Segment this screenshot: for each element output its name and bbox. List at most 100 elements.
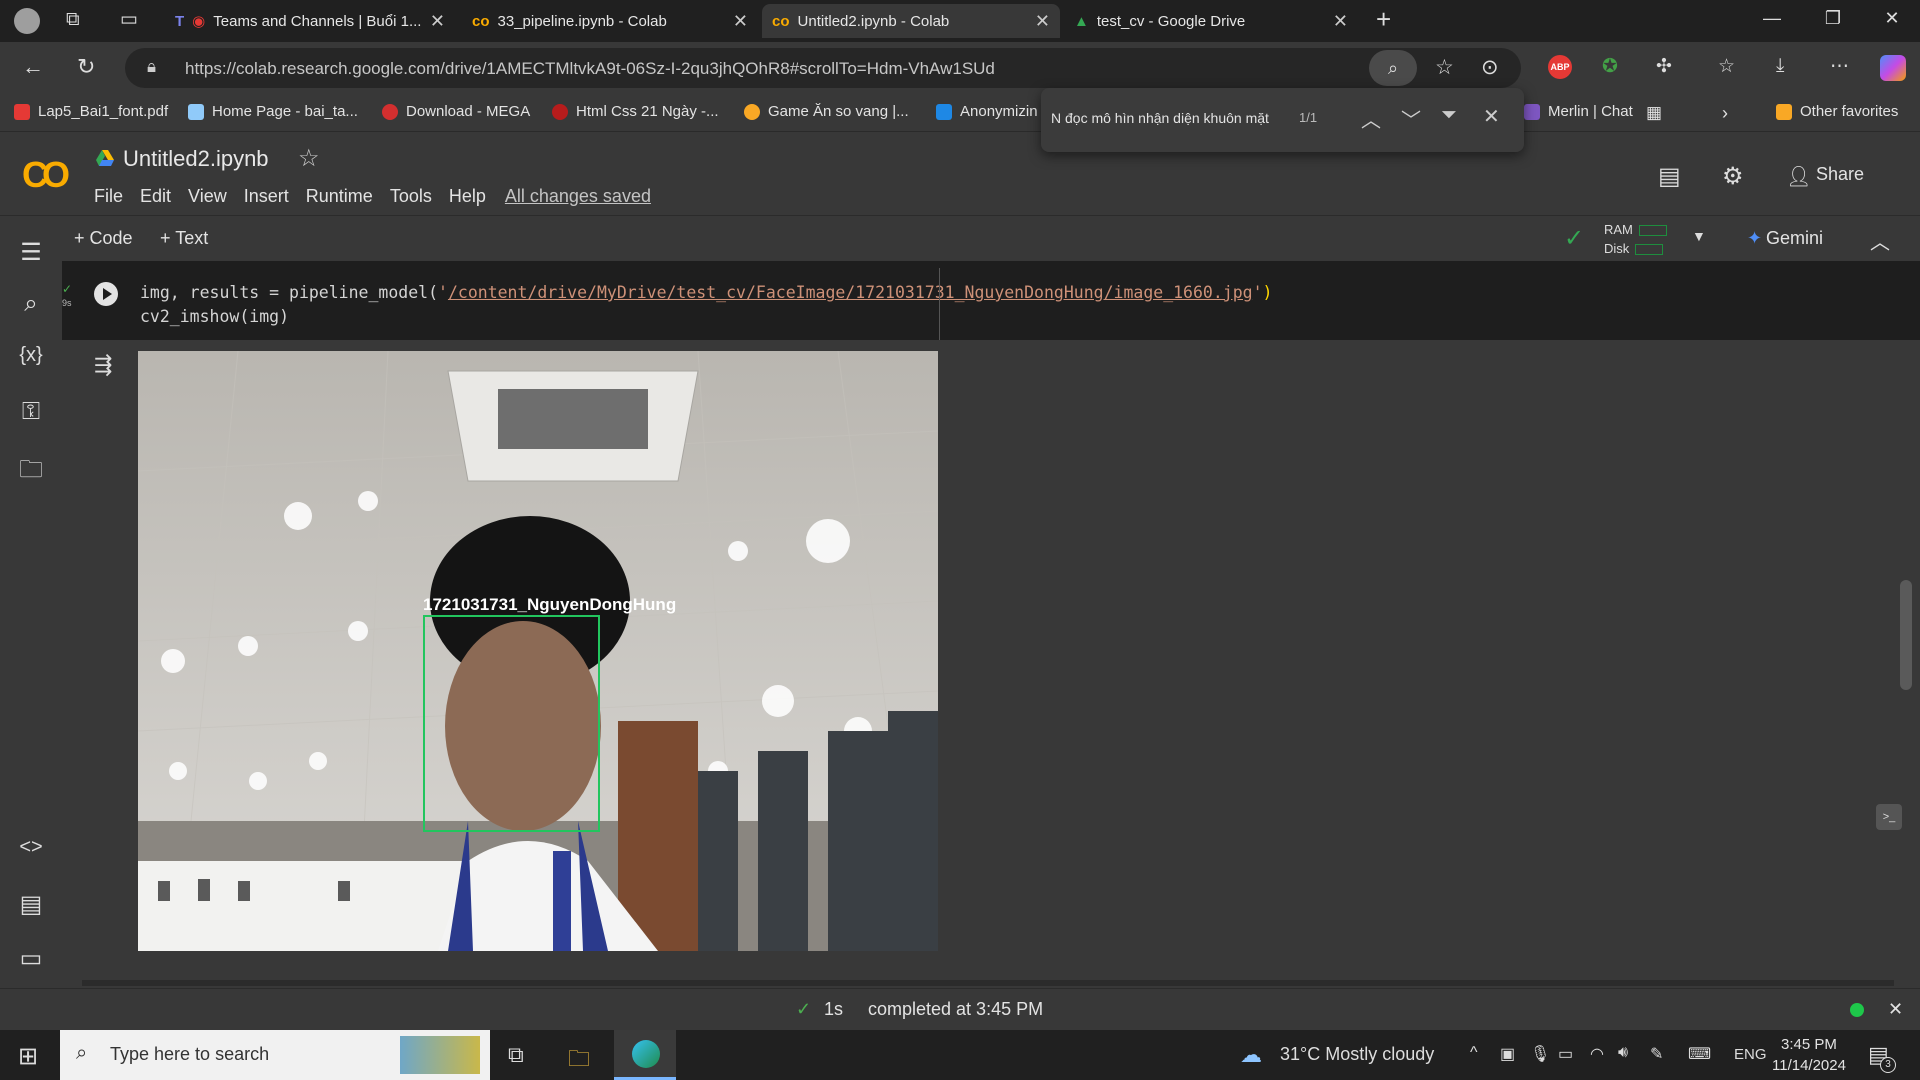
- secrets-key-icon[interactable]: ⚿: [17, 398, 45, 426]
- profile-icon[interactable]: [14, 8, 40, 34]
- battery-icon[interactable]: ▭: [1558, 1044, 1573, 1064]
- collapse-chevron-icon[interactable]: ︿: [1870, 226, 1890, 255]
- notebook-title[interactable]: Untitled2.ipynb: [123, 146, 269, 172]
- share-button[interactable]: Share: [1816, 164, 1864, 185]
- menu-file[interactable]: File: [94, 186, 123, 207]
- extensions-puzzle-icon[interactable]: ✣: [1656, 55, 1672, 78]
- bookmark-star-icon[interactable]: ☆: [1435, 55, 1454, 80]
- more-page-icon[interactable]: ⊙: [1481, 55, 1499, 80]
- weather-text[interactable]: 31°C Mostly cloudy: [1280, 1044, 1434, 1065]
- tab-pipeline[interactable]: co 33_pipeline.ipynb - Colab ✕: [462, 4, 758, 38]
- code-string-path[interactable]: /content/drive/MyDrive/test_cv/FaceImage…: [448, 283, 1253, 302]
- settings-gear-icon[interactable]: ⚙: [1722, 162, 1744, 191]
- tab-actions-icon[interactable]: ▭: [120, 8, 138, 31]
- keyboard-icon[interactable]: ⌨: [1688, 1044, 1711, 1064]
- variables-icon[interactable]: {x}: [17, 344, 45, 367]
- menu-bar: File Edit View Insert Runtime Tools Help…: [94, 186, 668, 207]
- extension-green-icon[interactable]: ✪: [1602, 55, 1618, 78]
- menu-edit[interactable]: Edit: [140, 186, 171, 207]
- table-of-contents-icon[interactable]: ☰: [17, 238, 45, 267]
- reload-icon[interactable]: ↻: [77, 54, 95, 80]
- adblock-icon[interactable]: ABP: [1548, 55, 1572, 79]
- ram-label: RAM: [1604, 222, 1633, 237]
- language-indicator[interactable]: ENG: [1734, 1046, 1767, 1063]
- search-icon[interactable]: ⌕: [17, 290, 45, 318]
- drive-icon[interactable]: [96, 150, 114, 166]
- back-icon[interactable]: ←: [22, 54, 44, 80]
- bookmark-item[interactable]: Anonymizin: [936, 103, 1038, 120]
- close-find-icon[interactable]: ✕: [1483, 104, 1500, 129]
- find-input[interactable]: N đọc mô hìn nhận diện khuôn mặt: [1051, 110, 1269, 126]
- chevron-down-icon[interactable]: ﹀: [1401, 104, 1421, 133]
- bookmark-item[interactable]: Home Page - bai_ta...: [188, 103, 358, 120]
- taskbar-clock[interactable]: 3:45 PM 11/14/2024: [1772, 1034, 1846, 1076]
- new-tab-icon[interactable]: +: [1376, 4, 1391, 35]
- menu-view[interactable]: View: [188, 186, 227, 207]
- menu-help[interactable]: Help: [449, 186, 486, 207]
- gemini-button[interactable]: Gemini: [1766, 228, 1823, 249]
- windows-start-icon[interactable]: ⊞: [18, 1042, 38, 1071]
- copilot-icon[interactable]: [1880, 55, 1906, 81]
- files-folder-icon[interactable]: 🗀︎: [17, 452, 45, 493]
- close-tab-icon[interactable]: ✕: [1035, 11, 1050, 32]
- star-icon[interactable]: ☆: [298, 144, 320, 173]
- command-palette-icon[interactable]: ▤: [17, 890, 45, 919]
- meet-icon[interactable]: ▣: [1500, 1044, 1515, 1064]
- close-tab-icon[interactable]: ✕: [733, 11, 748, 32]
- menu-tools[interactable]: Tools: [390, 186, 432, 207]
- tab-untitled2[interactable]: co Untitled2.ipynb - Colab ✕: [762, 4, 1060, 38]
- chevron-up-icon[interactable]: ︿: [1361, 104, 1381, 133]
- bookmark-label: Download - MEGA: [406, 103, 531, 120]
- task-view-icon[interactable]: ⧉: [508, 1042, 524, 1068]
- bookmark-item[interactable]: Merlin | Chat: [1524, 103, 1633, 120]
- close-tab-icon[interactable]: ✕: [1333, 11, 1348, 32]
- code-editor[interactable]: img, results = pipeline_model('/content/…: [140, 281, 1272, 329]
- pen-icon[interactable]: ✎: [1650, 1044, 1663, 1064]
- add-code-button[interactable]: + Code: [74, 228, 133, 249]
- menu-runtime[interactable]: Runtime: [306, 186, 373, 207]
- runtime-dropdown-icon[interactable]: ▼: [1692, 228, 1706, 244]
- address-bar[interactable]: 🔒︎ https://colab.research.google.com/dri…: [125, 48, 1521, 88]
- restore-icon[interactable]: ❐: [1813, 8, 1853, 29]
- weather-cloud-icon: ☁: [1240, 1042, 1262, 1067]
- favorites-icon[interactable]: ☆: [1718, 55, 1735, 78]
- other-favorites[interactable]: Other favorites: [1776, 103, 1898, 120]
- comment-icon[interactable]: ▤: [1658, 162, 1681, 191]
- workspaces-icon[interactable]: ⧉: [66, 9, 80, 31]
- bookmark-item[interactable]: Html Css 21 Ngày -...: [552, 103, 719, 120]
- terminal-icon[interactable]: ▭: [17, 944, 45, 973]
- volume-icon[interactable]: 🔊︎: [1618, 1044, 1628, 1062]
- lock-icon: [936, 103, 952, 120]
- menu-insert[interactable]: Insert: [244, 186, 289, 207]
- translate-icon[interactable]: ⌕: [1369, 50, 1417, 86]
- minimize-icon[interactable]: —: [1752, 8, 1792, 29]
- terminal-toggle-icon[interactable]: >_: [1876, 804, 1902, 830]
- run-cell-button[interactable]: [94, 282, 118, 306]
- add-text-button[interactable]: + Text: [160, 228, 208, 249]
- downloads-icon[interactable]: ⤓: [1776, 55, 1784, 77]
- wifi-icon[interactable]: ◠: [1590, 1044, 1604, 1064]
- browser-menu-icon[interactable]: ⋯: [1830, 55, 1849, 78]
- close-tab-icon[interactable]: ✕: [430, 11, 445, 32]
- bookmark-item[interactable]: Game Ăn so vang |...: [744, 103, 909, 120]
- taskbar-search[interactable]: ⌕ Type here to search: [60, 1030, 490, 1080]
- mic-icon[interactable]: 🎙︎: [1530, 1044, 1550, 1064]
- tray-chevron-icon[interactable]: ^: [1470, 1044, 1478, 1062]
- file-explorer-icon[interactable]: 🗀︎: [568, 1042, 590, 1080]
- close-status-icon[interactable]: ✕: [1888, 999, 1903, 1020]
- bookmark-item[interactable]: Lap5_Bai1_font.pdf: [14, 103, 168, 120]
- save-status[interactable]: All changes saved: [505, 186, 651, 207]
- code-snippets-icon[interactable]: <>: [17, 836, 45, 859]
- colab-logo[interactable]: CO: [22, 154, 70, 196]
- chevron-right-icon[interactable]: ›: [1722, 103, 1728, 124]
- resource-monitor[interactable]: RAM Disk: [1604, 220, 1667, 258]
- tab-drive[interactable]: ▲ test_cv - Google Drive ✕: [1064, 4, 1358, 38]
- tab-teams[interactable]: T ◉ Teams and Channels | Buổi 1... ✕: [165, 4, 455, 38]
- scrollbar-thumb[interactable]: [1900, 580, 1912, 690]
- close-window-icon[interactable]: ✕: [1872, 8, 1912, 29]
- calendar-icon[interactable]: ▦: [1646, 103, 1662, 123]
- code-text: cv2_imshow(img): [140, 307, 290, 326]
- output-actions-icon[interactable]: ⇶: [94, 352, 112, 378]
- filter-icon[interactable]: ⏷: [1441, 104, 1457, 127]
- bookmark-item[interactable]: Download - MEGA: [382, 103, 530, 120]
